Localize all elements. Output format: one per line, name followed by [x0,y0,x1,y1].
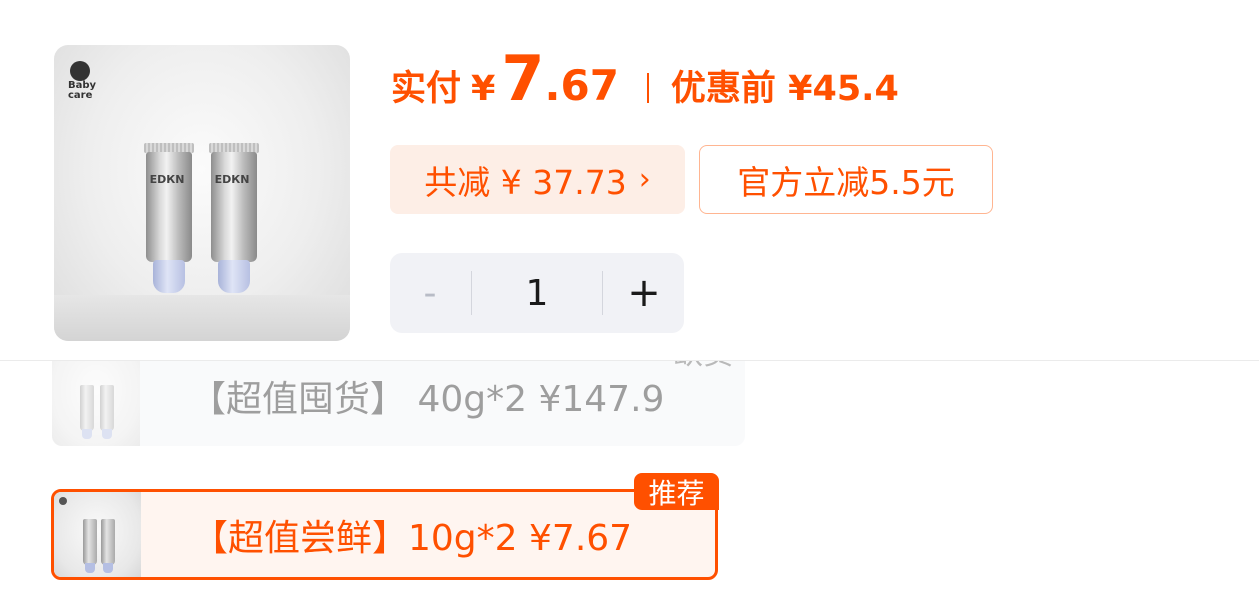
sku-label: 【超值尝鲜】10g*2 ¥7.67 [192,517,633,559]
mini-tube [101,519,115,573]
sku-thumbnail [54,492,141,577]
original-price: 优惠前 ¥45.4 [670,69,899,109]
tube-label: ЕDКN [149,173,185,186]
total-discount-button[interactable]: 共减 ¥ 37.73 › [390,145,685,214]
product-tube-left: ЕDКN [144,143,194,293]
sku-option-trial[interactable]: 【超值尝鲜】10g*2 ¥7.67 [51,489,718,580]
chevron-right-icon: › [638,162,651,197]
decrement-button[interactable]: - [390,253,470,333]
increment-button[interactable]: + [604,253,684,333]
product-image[interactable]: Baby care ЕDКN ЕDКN [54,45,350,341]
price-integer: 7 [501,42,545,115]
coupon-tag[interactable]: 官方立减5.5元 [699,145,993,214]
quantity-stepper: - 1 + [390,253,684,333]
recommend-badge: 推荐 [634,473,719,510]
mini-tube [100,385,114,439]
mini-tube [80,385,94,439]
price-row: 实付 ¥ 7 .67 优惠前 ¥45.4 [391,48,899,128]
mini-tube [83,519,97,573]
total-discount-label: 共减 ¥ 37.73 [424,162,627,202]
image-floor [54,295,350,341]
price-decimal: .67 [544,61,619,110]
price-currency: ¥ [471,69,496,109]
coupon-label: 官方立减5.5元 [737,162,955,202]
quantity-value[interactable]: 1 [472,253,602,333]
product-tube-right: ЕDКN [209,143,259,293]
paid-label: 实付 [391,69,462,109]
brand-logo-mark [70,61,90,81]
product-summary: Baby care ЕDКN ЕDКN 实付 ¥ 7 .67 优惠前 ¥45.4… [0,0,1259,361]
brand-logo: Baby care [68,61,98,101]
brand-logo-mark [59,497,67,505]
price-separator [646,73,649,103]
stepper-divider [602,271,603,315]
brand-logo-text: Baby care [68,80,97,101]
tube-label: ЕDКN [214,173,250,186]
